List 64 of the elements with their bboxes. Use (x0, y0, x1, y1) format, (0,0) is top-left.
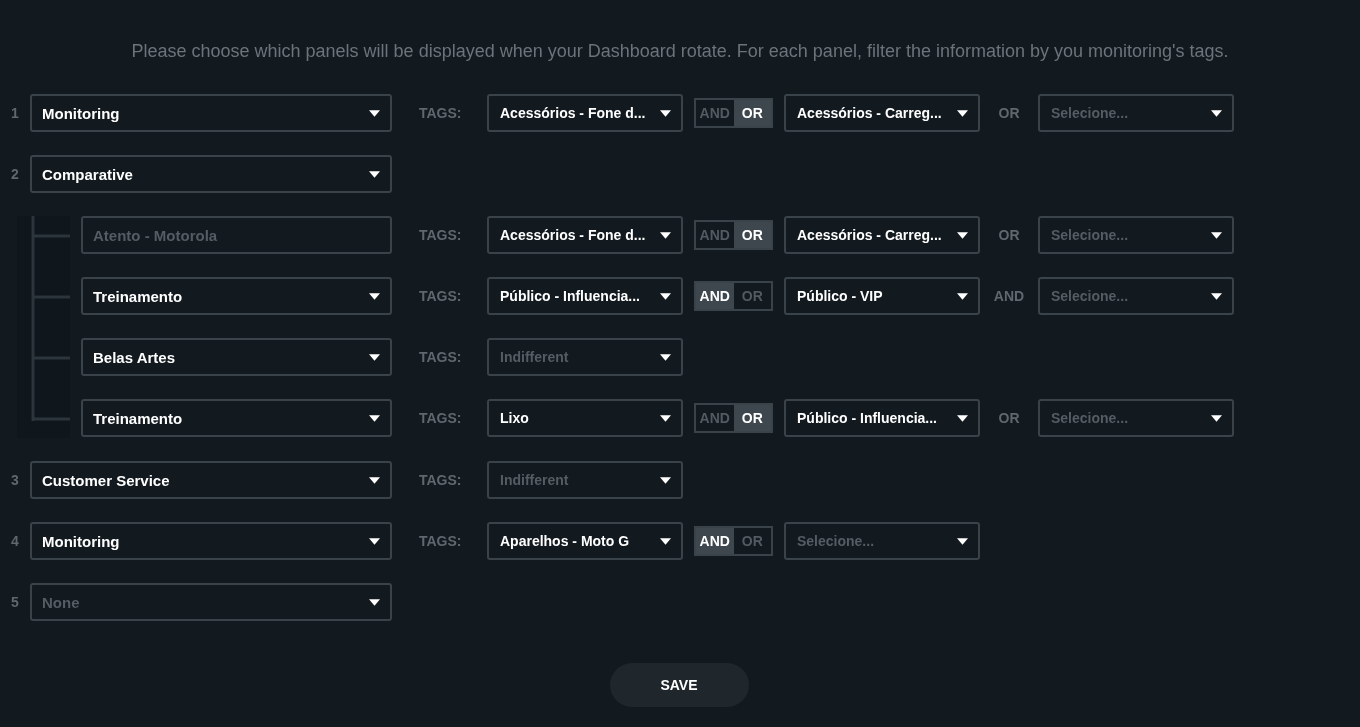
panel-dropdown[interactable]: Treinamento (81, 399, 392, 437)
panel-dropdown[interactable]: Comparative (30, 155, 392, 193)
tags-label: TAGS: (419, 410, 463, 426)
caret-icon (660, 292, 671, 300)
operator-toggle[interactable]: OR (733, 222, 771, 248)
caret-icon (957, 109, 968, 117)
operator-label: OR (997, 410, 1021, 426)
caret-icon (660, 476, 671, 484)
caret-icon (957, 231, 968, 239)
tag-dropdown[interactable]: Acessórios - Carreg... (784, 216, 980, 254)
panel-number: 1 (10, 105, 20, 121)
caret-icon (369, 414, 380, 422)
panel-dropdown[interactable]: Monitoring (30, 522, 392, 560)
caret-icon (369, 292, 380, 300)
tags-label: TAGS: (419, 472, 463, 488)
tags-label: TAGS: (419, 533, 463, 549)
caret-icon (660, 414, 671, 422)
tag-dropdown[interactable]: Público - VIP (784, 277, 980, 315)
tags-label: TAGS: (419, 288, 463, 304)
caret-icon (660, 231, 671, 239)
caret-icon (1211, 292, 1222, 300)
tag-dropdown[interactable]: Acessórios - Carreg... (784, 94, 980, 132)
panel-number: 5 (10, 594, 20, 610)
operator-toggle[interactable]: OR (733, 100, 771, 126)
caret-icon (957, 414, 968, 422)
tag-dropdown[interactable]: Público - Influencia... (784, 399, 980, 437)
caret-icon (1211, 414, 1222, 422)
operator-label: AND (992, 288, 1026, 304)
input-field[interactable]: Atento - Motorola (81, 216, 392, 254)
tag-dropdown[interactable]: Acessórios - Fone d... (487, 94, 683, 132)
caret-icon (1211, 231, 1222, 239)
caret-icon (369, 353, 380, 361)
panel-number: 4 (10, 533, 20, 549)
tags-label: TAGS: (419, 105, 463, 121)
caret-icon (1211, 109, 1222, 117)
operator-toggle[interactable]: AND (696, 283, 734, 309)
save-button[interactable]: SAVE (609, 663, 749, 707)
panel-number: 2 (10, 166, 20, 182)
caret-icon (369, 537, 380, 545)
caret-icon (957, 537, 968, 545)
caret-icon (369, 476, 380, 484)
tag-dropdown[interactable]: Aparelhos - Moto G (487, 522, 683, 560)
panel-dropdown[interactable]: Treinamento (81, 277, 392, 315)
caret-icon (660, 353, 671, 361)
caret-icon (957, 292, 968, 300)
operator-label: OR (997, 227, 1021, 243)
operator-toggle[interactable]: OR (733, 405, 771, 431)
panel-number: 3 (10, 472, 20, 488)
caret-icon (660, 109, 671, 117)
panel-dropdown[interactable]: Monitoring (30, 94, 392, 132)
panel-dropdown[interactable]: Belas Artes (81, 338, 392, 376)
operator-label: OR (997, 105, 1021, 121)
tag-dropdown[interactable]: Lixo (487, 399, 683, 437)
tags-label: TAGS: (419, 349, 463, 365)
operator-toggle[interactable]: AND (696, 528, 734, 554)
tag-dropdown[interactable]: Público - Influencia... (487, 277, 683, 315)
tag-dropdown[interactable]: Acessórios - Fone d... (487, 216, 683, 254)
caret-icon (369, 109, 380, 117)
tags-label: TAGS: (419, 227, 463, 243)
instructions-text: Please choose which panels will be displayed when your Dashboard rotate. For each panel, filter the information by you monitoring's tags. (130, 40, 1230, 63)
caret-icon (369, 598, 380, 606)
caret-icon (369, 170, 380, 178)
caret-icon (660, 537, 671, 545)
panel-dropdown[interactable]: Customer Service (30, 461, 392, 499)
